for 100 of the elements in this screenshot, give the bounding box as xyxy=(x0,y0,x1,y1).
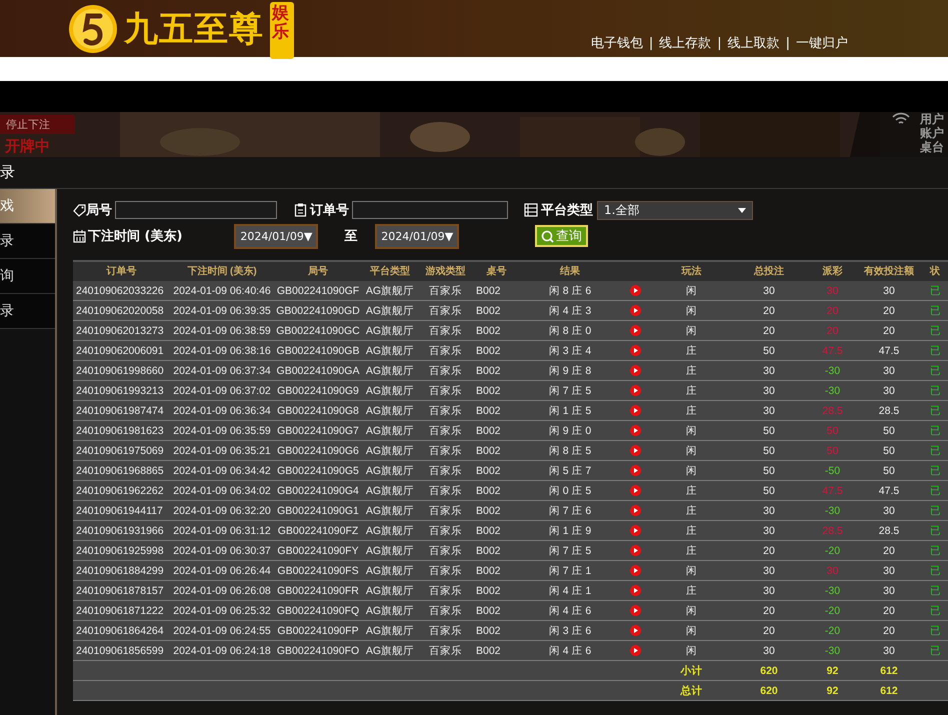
table-cell: 闲 1 庄 9 xyxy=(548,524,592,538)
table-cell: 2024-01-09 06:35:59 xyxy=(173,424,271,436)
header-link[interactable]: 线上存款 xyxy=(659,34,712,52)
table-cell-text: 已 xyxy=(929,524,941,538)
table-cell-text: 240109061856599 xyxy=(75,644,164,656)
play-icon[interactable] xyxy=(630,585,640,596)
table-cell: AG旗舰厅 xyxy=(366,344,414,358)
link-separator: | xyxy=(786,36,790,50)
play-icon[interactable] xyxy=(630,425,640,436)
platform-select[interactable]: 1.全部 xyxy=(597,200,753,220)
table-cell-text: B002 xyxy=(475,384,501,396)
play-icon[interactable] xyxy=(630,605,640,616)
table-cell-text: 已 xyxy=(929,284,941,298)
play-icon[interactable] xyxy=(630,485,640,496)
table-cell: 2024-01-09 06:37:02 xyxy=(173,384,271,396)
table-cell: 2024-01-09 06:39:35 xyxy=(173,304,271,316)
table-cell: 闲 4 庄 3 xyxy=(548,304,592,318)
table-cell: 2024-01-09 06:24:55 xyxy=(173,624,271,636)
play-icon[interactable] xyxy=(630,285,640,296)
search-icon xyxy=(541,230,554,242)
logo-icon xyxy=(68,4,118,54)
header-link[interactable]: 电子钱包 xyxy=(590,34,643,52)
table-cell-text: B002 xyxy=(475,404,501,416)
table-cell: 百家乐 xyxy=(429,584,462,598)
header-link[interactable]: 线上取款 xyxy=(728,34,780,52)
table-cell: 28.5 xyxy=(878,524,900,536)
play-icon[interactable] xyxy=(630,365,640,376)
table-cell: AG旗舰厅 xyxy=(366,584,414,598)
table-cell: 50 xyxy=(826,444,838,456)
column-header: 总投注 xyxy=(754,264,784,278)
to-label: 至 xyxy=(344,228,358,245)
play-icon[interactable] xyxy=(630,445,640,456)
table-cell: 百家乐 xyxy=(429,604,462,618)
date-to-field[interactable]: 2024/01/09▼ xyxy=(375,224,460,248)
list-icon xyxy=(524,203,538,217)
play-icon[interactable] xyxy=(630,385,640,396)
table-cell-text: 已 xyxy=(929,344,941,358)
table-cell: 百家乐 xyxy=(429,284,462,298)
play-icon[interactable] xyxy=(630,565,640,576)
table-cell: -20 xyxy=(824,624,840,636)
table-cell: 50 xyxy=(763,464,775,476)
table-cell: 30 xyxy=(883,284,895,296)
table-cell: 30 xyxy=(763,644,775,656)
table-cell: 30 xyxy=(763,524,775,536)
sidebar-item[interactable]: 询 xyxy=(0,259,55,294)
table-cell: 30 xyxy=(763,504,775,516)
table-cell-text: 240109061925998 xyxy=(75,544,164,556)
table-cell: GB002241090FY xyxy=(277,544,359,556)
table-cell: 20 xyxy=(883,624,895,636)
table-cell: 20 xyxy=(883,304,895,316)
play-icon[interactable] xyxy=(630,645,640,656)
play-icon[interactable] xyxy=(630,405,640,416)
table-cell: 闲 xyxy=(686,564,697,578)
table-cell: 闲 xyxy=(686,624,697,638)
table-cell: 50 xyxy=(763,424,775,436)
header-link[interactable]: 一键归户 xyxy=(796,34,848,52)
table-cell: GB002241090FR xyxy=(277,584,359,596)
play-icon[interactable] xyxy=(630,325,640,336)
table-cell-text: 已 xyxy=(929,504,941,518)
round-input[interactable] xyxy=(115,201,277,219)
order-input[interactable] xyxy=(352,201,508,219)
table-cell: 620 xyxy=(760,664,778,676)
table-cell: 闲 4 庄 6 xyxy=(548,604,592,618)
play-icon[interactable] xyxy=(630,345,640,356)
table-cell-text: B002 xyxy=(475,484,501,496)
table-cell: GB002241090GD xyxy=(276,304,360,316)
play-icon[interactable] xyxy=(630,625,640,636)
table-cell-text: 240109062006091 xyxy=(75,344,164,356)
table-cell: 百家乐 xyxy=(429,564,462,578)
table-cell: 2024-01-09 06:34:02 xyxy=(173,484,271,496)
play-icon[interactable] xyxy=(630,305,640,316)
table-cell-text: 240109061871222 xyxy=(75,604,164,616)
play-icon[interactable] xyxy=(630,505,640,516)
date-from-field[interactable]: 2024/01/09▼ xyxy=(234,224,318,248)
table-cell: 30 xyxy=(883,584,895,596)
table-cell: 闲 3 庄 6 xyxy=(548,624,592,638)
table-cell: 2024-01-09 06:40:46 xyxy=(173,284,271,296)
table-cell-text: 240109061993213 xyxy=(75,384,164,396)
sidebar-item[interactable]: 录 xyxy=(0,224,55,259)
play-icon[interactable] xyxy=(630,545,640,556)
sidebar-item[interactable]: 戏 xyxy=(0,189,55,224)
table-cell: 20 xyxy=(826,304,838,316)
link-separator: | xyxy=(648,36,654,50)
play-icon[interactable] xyxy=(630,465,640,476)
link-separator: | xyxy=(717,36,722,50)
table-cell-text: 已 xyxy=(929,444,941,458)
table-cell: -30 xyxy=(824,364,840,376)
table-cell: 2024-01-09 06:30:37 xyxy=(173,544,271,556)
table-cell: 2024-01-09 06:38:59 xyxy=(173,324,271,336)
table-cell: AG旗舰厅 xyxy=(366,504,414,518)
table-cell-text: B002 xyxy=(475,424,501,436)
table-cell: 庄 xyxy=(686,344,697,358)
table-cell: AG旗舰厅 xyxy=(366,624,414,638)
table-cell: GB002241090GC xyxy=(276,324,360,336)
table-cell: AG旗舰厅 xyxy=(366,604,414,618)
table-cell-text: B002 xyxy=(475,364,501,376)
table-cell: 50 xyxy=(883,464,895,476)
play-icon[interactable] xyxy=(630,525,640,536)
table-cell: 20 xyxy=(883,544,895,556)
sidebar-item[interactable]: 录 xyxy=(0,294,55,329)
